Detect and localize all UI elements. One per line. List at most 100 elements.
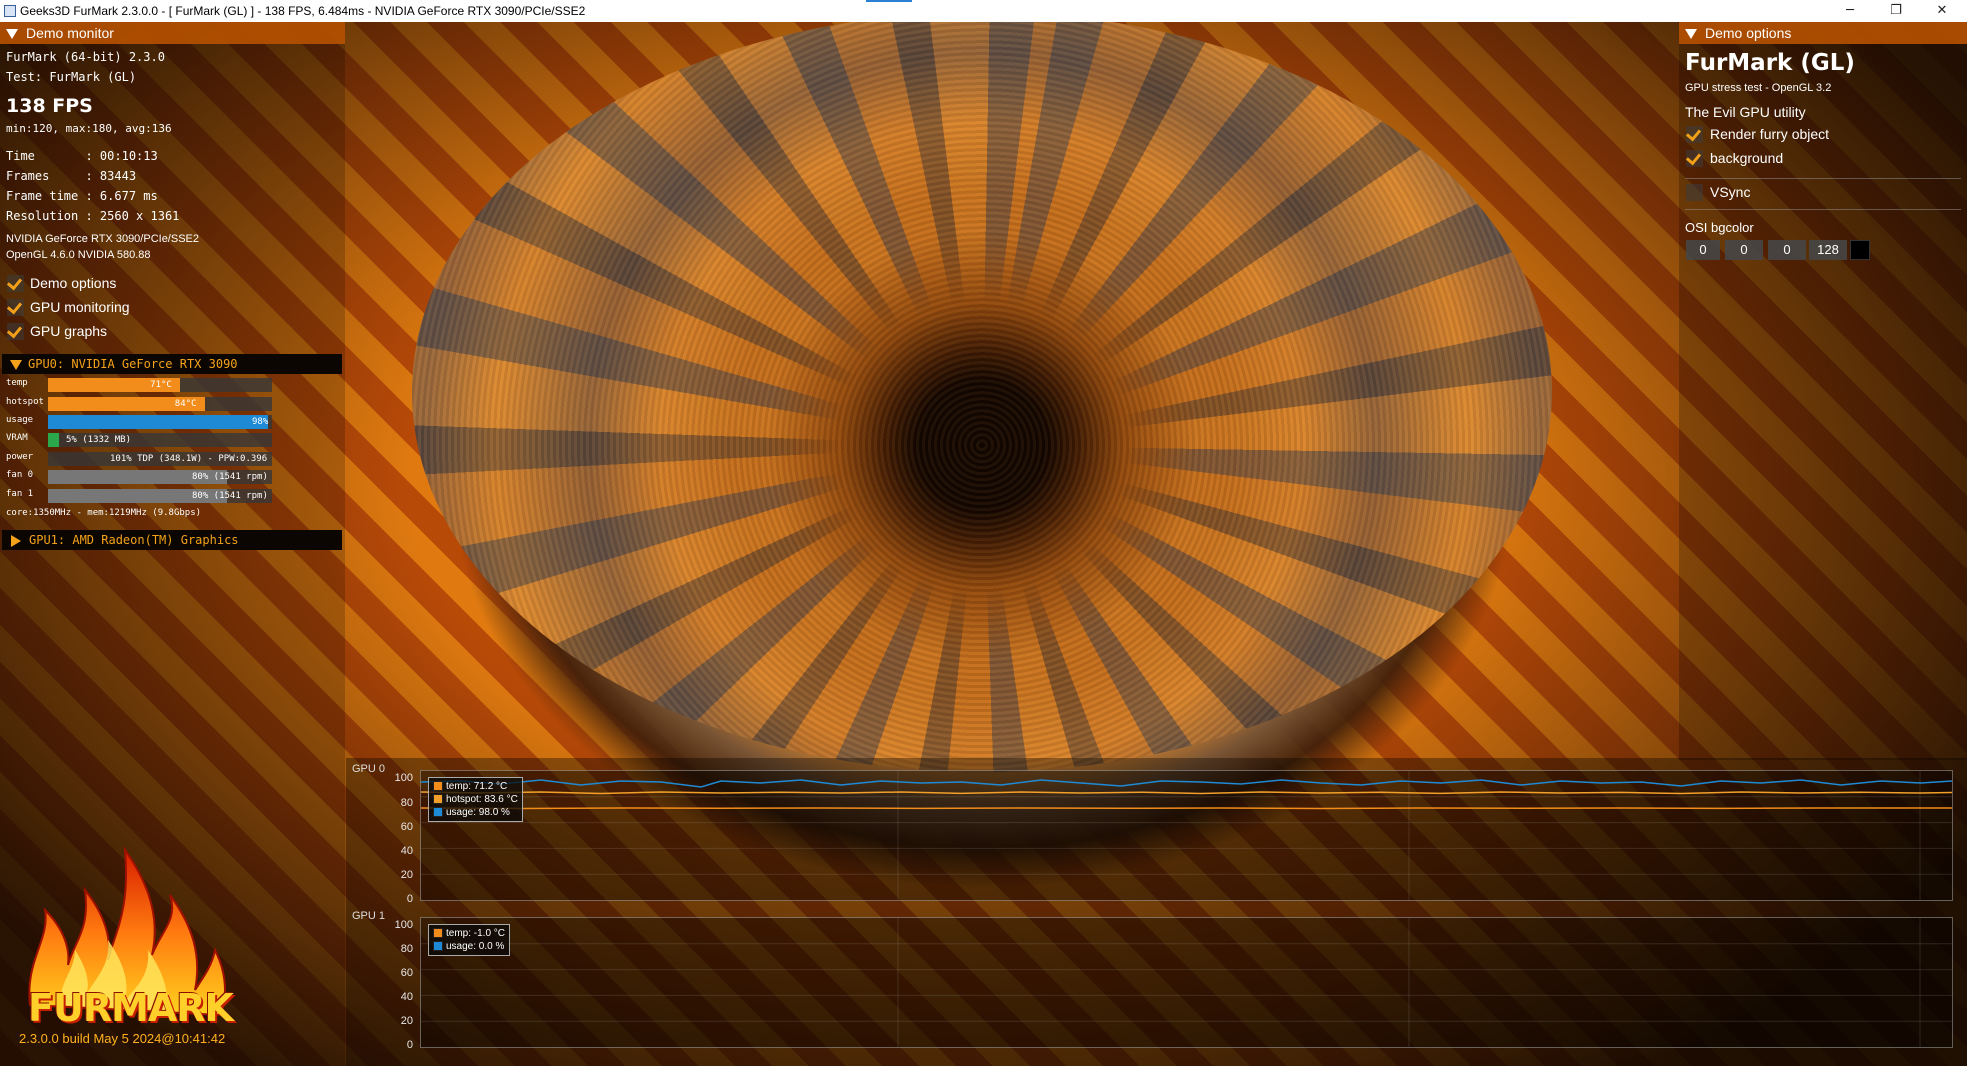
- legend-swatch: [433, 807, 443, 818]
- bgcolor-blue-input[interactable]: 0: [1768, 240, 1806, 260]
- gpu1-section-header[interactable]: GPU1: AMD Radeon(TM) Graphics: [2, 530, 342, 550]
- fps-readout: 138 FPS: [6, 95, 93, 117]
- time-line: Time : 00:10:13: [6, 149, 158, 163]
- gpu1-ytick-20: 20: [400, 1015, 413, 1027]
- options-separator: [1685, 178, 1961, 179]
- options-separator: [1685, 209, 1961, 210]
- bgcolor-green-input[interactable]: 0: [1725, 240, 1763, 260]
- minimize-button[interactable]: ─: [1827, 0, 1873, 22]
- furmark-logo-text: FURMARK: [28, 986, 234, 1030]
- legend-item: hotspot: 83.6 °C: [433, 793, 518, 806]
- gpu0-graph: [420, 770, 1953, 901]
- stat-label: hotspot: [6, 397, 44, 407]
- gpu0-stat-usage: usage 98%: [0, 414, 280, 430]
- stat-bar-fill: [48, 433, 60, 447]
- gpu-monitoring-checkbox[interactable]: [6, 298, 24, 316]
- stat-bar-fill: [48, 415, 268, 429]
- app-version-line: FurMark (64-bit) 2.3.0: [6, 50, 165, 64]
- legend-swatch: [433, 941, 443, 952]
- legend-item: temp: -1.0 °C: [433, 927, 505, 940]
- bgcolor-swatch[interactable]: [1850, 240, 1870, 260]
- gpu1-ytick-100: 100: [394, 919, 413, 931]
- bgcolor-alpha-input[interactable]: 128: [1809, 240, 1847, 260]
- gpu0-name: GPU0: NVIDIA GeForce RTX 3090: [28, 357, 238, 371]
- stat-label: fan 1: [6, 489, 34, 499]
- legend-item: temp: 71.2 °C: [433, 780, 518, 793]
- furry-donut-object: [412, 22, 1552, 772]
- window-title-bar: Geeks3D FurMark 2.3.0.0 - [ FurMark (GL)…: [0, 0, 1967, 22]
- demo-options-checkbox[interactable]: [6, 274, 24, 292]
- demo-options-checkbox-label[interactable]: Demo options: [30, 275, 116, 291]
- render-furry-object-label[interactable]: Render furry object: [1710, 126, 1829, 142]
- gpu0-stat-hotspot: hotspot 84°C: [0, 396, 280, 412]
- gpu0-section-header[interactable]: GPU0: NVIDIA GeForce RTX 3090: [2, 354, 342, 374]
- gpu0-temp-series: [421, 807, 1952, 810]
- collapse-arrow-icon: [1685, 29, 1697, 40]
- background-checkbox[interactable]: [1685, 149, 1703, 167]
- stat-value: 71°C: [150, 380, 172, 390]
- fps-stats: min:120, max:180, avg:136: [6, 122, 172, 135]
- vsync-checkbox[interactable]: [1686, 184, 1703, 201]
- window-title: Geeks3D FurMark 2.3.0.0 - [ FurMark (GL)…: [20, 4, 586, 18]
- gpu-graphs-checkbox-label[interactable]: GPU graphs: [30, 323, 107, 339]
- stat-bar-track: [48, 415, 272, 429]
- legend-label: usage: 98.0 %: [446, 807, 510, 818]
- gpu1-ytick-80: 80: [400, 943, 413, 955]
- legend-label: temp: 71.2 °C: [446, 781, 508, 792]
- legend-label: temp: -1.0 °C: [446, 928, 506, 939]
- gpu0-stat-fan-0: fan 0 80% (1541 rpm): [0, 469, 280, 485]
- gpu0-stat-temp: temp 71°C: [0, 377, 280, 393]
- gpu1-graph-title: GPU 1: [352, 910, 386, 922]
- frametime-line: Frame time : 6.677 ms: [6, 189, 158, 203]
- expand-arrow-icon: [11, 534, 21, 547]
- gpu0-ytick-80: 80: [400, 797, 413, 809]
- legend-label: usage: 0.0 %: [446, 941, 505, 952]
- opengl-version-string: OpenGL 4.6.0 NVIDIA 580.88: [6, 249, 151, 261]
- stat-value: 101% TDP (348.1W) - PPW:0.396: [110, 454, 268, 464]
- demo-options-header[interactable]: Demo options: [1679, 22, 1967, 44]
- checkmark-icon: [6, 322, 23, 339]
- gpu0-ytick-20: 20: [400, 869, 413, 881]
- close-button[interactable]: ✕: [1919, 0, 1965, 22]
- stat-value: 80% (1541 rpm): [192, 491, 268, 501]
- stat-label: power: [6, 452, 34, 462]
- stat-label: temp: [6, 378, 28, 388]
- frames-line: Frames : 83443: [6, 169, 137, 183]
- resolution-line: Resolution : 2560 x 1361: [6, 209, 180, 223]
- maximize-button[interactable]: ❐: [1873, 0, 1919, 22]
- gpu-monitoring-checkbox-label[interactable]: GPU monitoring: [30, 299, 130, 315]
- stat-label: VRAM: [6, 433, 28, 443]
- stat-value: 5% (1332 MB): [66, 435, 132, 445]
- expand-arrow-icon: [10, 359, 22, 370]
- vsync-checkbox-label[interactable]: VSync: [1710, 184, 1750, 200]
- legend-swatch: [433, 794, 443, 805]
- gpu1-name: GPU1: AMD Radeon(TM) Graphics: [29, 533, 239, 547]
- demo-title: FurMark (GL): [1685, 50, 1855, 76]
- test-name-line: Test: FurMark (GL): [6, 70, 137, 84]
- demo-monitor-title: Demo monitor: [26, 25, 114, 41]
- gpu0-stat-power: power 101% TDP (348.1W) - PPW:0.396: [0, 451, 280, 467]
- stat-value: 84°C: [174, 399, 197, 409]
- gpu0-clocks: core:1350MHz - mem:1219MHz (9.8Gbps): [6, 508, 202, 518]
- gpu0-stat-fan-1: fan 1 80% (1541 rpm): [0, 488, 280, 504]
- gpu0-graph-plot: [421, 771, 1952, 900]
- checkmark-icon: [6, 274, 23, 291]
- gpu0-ytick-40: 40: [400, 845, 413, 857]
- checkmark-icon: [6, 298, 23, 315]
- legend-label: hotspot: 83.6 °C: [446, 794, 518, 805]
- stat-value: 98%: [252, 417, 269, 427]
- gpu0-legend: temp: 71.2 °C hotspot: 83.6 °C usage: 98…: [428, 777, 523, 822]
- checkmark-icon: [1685, 149, 1702, 166]
- legend-item: usage: 98.0 %: [433, 806, 518, 819]
- gpu0-stat-vram: VRAM 5% (1332 MB): [0, 432, 280, 448]
- gpu0-ytick-0: 0: [406, 893, 413, 905]
- render-furry-object-checkbox[interactable]: [1685, 125, 1703, 143]
- background-checkbox-label[interactable]: background: [1710, 150, 1783, 166]
- stat-label: fan 0: [6, 470, 34, 480]
- demo-monitor-header[interactable]: Demo monitor: [0, 22, 345, 44]
- gpu-graphs-checkbox[interactable]: [6, 322, 24, 340]
- demo-subtitle: GPU stress test - OpenGL 3.2: [1685, 82, 1832, 94]
- bgcolor-red-input[interactable]: 0: [1686, 240, 1720, 260]
- gpu0-ytick-60: 60: [400, 821, 413, 833]
- legend-item: usage: 0.0 %: [433, 940, 505, 953]
